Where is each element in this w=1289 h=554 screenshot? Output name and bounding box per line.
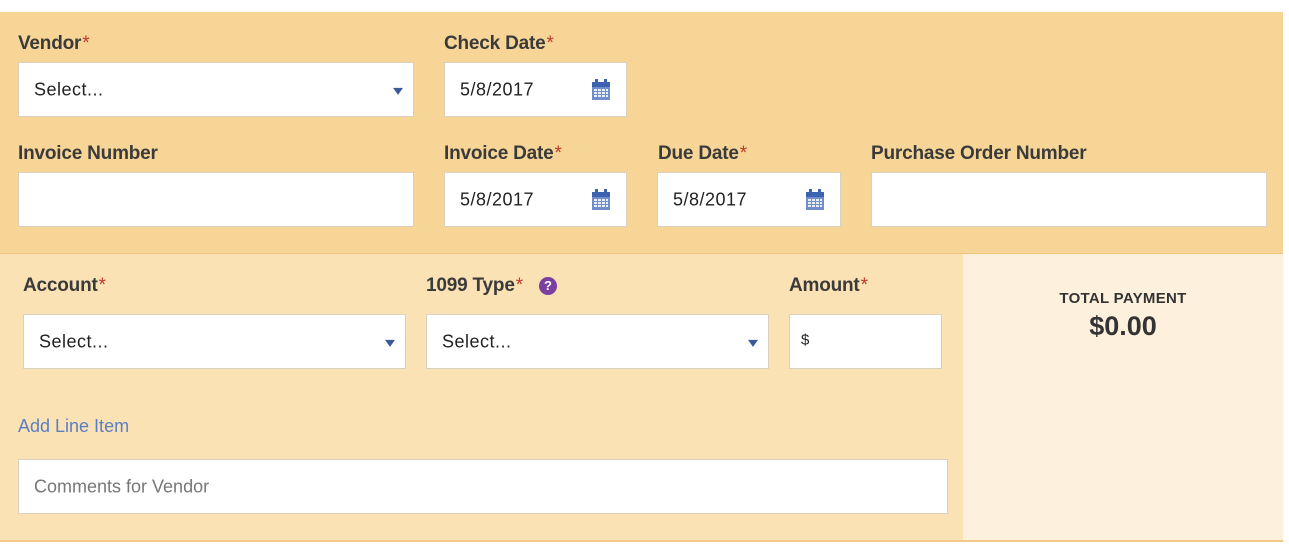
calendar-icon[interactable] [591,78,611,101]
comments-for-vendor-input[interactable]: Comments for Vendor [18,459,948,514]
account-select[interactable]: Select... [23,314,406,369]
vendor-select[interactable]: Select... [18,62,414,117]
total-payment-label: TOTAL PAYMENT [1059,290,1187,307]
invoice-number-input[interactable] [18,172,414,227]
1099-type-select[interactable]: Select... [426,314,769,369]
calendar-icon[interactable] [591,188,611,211]
invoice-date-input[interactable]: 5/8/2017 [444,172,627,227]
check-date-label: Check Date* [444,33,554,54]
due-date-input[interactable]: 5/8/2017 [657,172,841,227]
currency-prefix: $ [801,330,810,348]
purchase-order-number-label: Purchase Order Number [871,143,1087,164]
amount-label: Amount* [789,275,868,296]
calendar-icon[interactable] [805,188,825,211]
1099-type-label: 1099 Type* [426,275,523,296]
chevron-down-icon [393,87,403,95]
invoice-number-label: Invoice Number [18,143,158,164]
vendor-label: Vendor* [18,33,90,54]
chevron-down-icon [748,339,758,347]
check-date-input[interactable]: 5/8/2017 [444,62,627,117]
account-label: Account* [23,275,106,296]
purchase-order-number-input[interactable] [871,172,1267,227]
chevron-down-icon [385,339,395,347]
amount-input[interactable]: $ [789,314,942,369]
help-icon[interactable]: ? [539,277,557,295]
total-payment-value: $0.00 [1089,311,1157,341]
bottom-divider [0,540,1283,542]
invoice-date-label: Invoice Date* [444,143,562,164]
add-line-item-link[interactable]: Add Line Item [18,416,129,437]
due-date-label: Due Date* [658,143,747,164]
